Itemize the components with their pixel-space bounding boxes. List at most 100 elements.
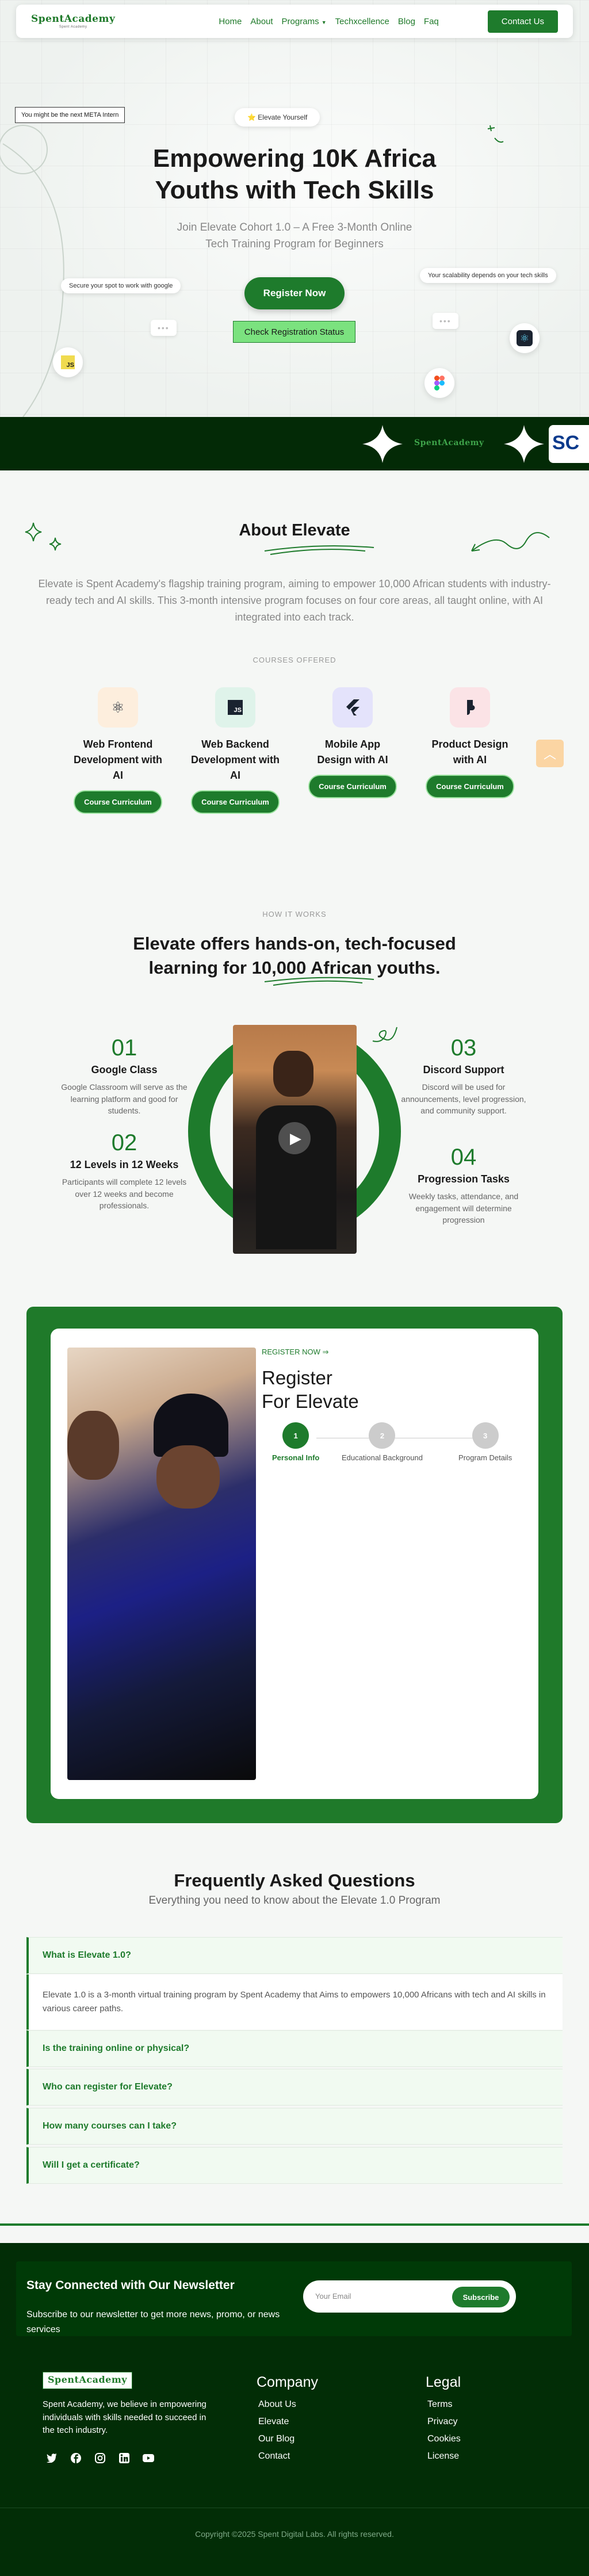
faq-question[interactable]: How many courses can I take? (26, 2108, 563, 2145)
doodle-icon (372, 1027, 397, 1042)
courses-label: COURSES OFFERED (253, 656, 336, 664)
company-heading: Company (257, 2374, 318, 2390)
arrow-doodle-icon (471, 532, 550, 552)
nav-link-home[interactable]: Home (219, 17, 242, 26)
react-tile: ⚛ (510, 323, 540, 353)
hero-title: Empowering 10K Africa Youths with Tech Sk… (152, 144, 437, 204)
faq-question[interactable]: What is Elevate 1.0? (26, 1937, 563, 1974)
underline-scribble (264, 977, 374, 986)
footer-link-privacy[interactable]: Privacy (427, 2417, 457, 2427)
sc-logo: SC (549, 425, 589, 463)
faq-question[interactable]: Will I get a certificate? (26, 2147, 563, 2184)
check-status-button[interactable]: Check Registration Status (233, 321, 355, 343)
play-video-button[interactable]: ▶ (278, 1122, 311, 1154)
face-shape (67, 1411, 119, 1480)
linkedin-icon[interactable] (117, 2451, 131, 2465)
nav-link-techxcellence[interactable]: Techxcellence (335, 17, 389, 26)
faq-question[interactable]: Is the training online or physical? (26, 2030, 563, 2067)
js-tile: JS (53, 347, 83, 377)
meta-intern-tag: You might be the next META Intern (15, 107, 125, 123)
subscribe-button[interactable]: Subscribe (452, 2287, 510, 2307)
register-now-label: REGISTER NOW ⇒ (262, 1348, 329, 1356)
course-icon-bg: JS (215, 687, 255, 728)
react-icon: ⚛ (111, 698, 125, 716)
faq-subtitle: Everything you need to know about the El… (148, 1894, 441, 1907)
how-step: 02 12 Levels in 12 Weeks Participants will… (62, 1130, 187, 1210)
nav-link-faq[interactable]: Faq (424, 17, 439, 26)
newsletter-title: Stay Connected with Our Newsletter (26, 2279, 235, 2292)
nav-link-programs[interactable]: Programs ▼ (282, 17, 327, 26)
course-curriculum-button[interactable]: Course Curriculum (74, 790, 162, 814)
step-program-details[interactable]: 3 Program Details (458, 1422, 512, 1462)
about-description: Elevate is Spent Academy's flagship trai… (38, 578, 551, 623)
course-curriculum-button[interactable]: Course Curriculum (426, 775, 514, 798)
arrow-icon: ⇒ (322, 1348, 329, 1356)
course-name: Product Design with AI (431, 738, 508, 765)
register-title: Register For Elevate (262, 1367, 359, 1413)
flutter-icon (346, 699, 359, 715)
how-it-works-title: Elevate offers hands-on, tech-focused lea… (133, 933, 456, 978)
course-name: Mobile App Design with AI (317, 738, 388, 765)
youtube-icon[interactable] (141, 2451, 155, 2465)
sparkle-icon (362, 425, 403, 463)
brand-logo[interactable]: SpentAcademy Spent Academy (31, 14, 115, 29)
how-it-works-label: HOW IT WORKS (262, 910, 327, 918)
legal-heading: Legal (426, 2374, 461, 2390)
footer-link-elevate[interactable]: Elevate (258, 2417, 289, 2427)
footer-link-license[interactable]: License (427, 2451, 459, 2462)
nav-link-blog[interactable]: Blog (398, 17, 415, 26)
course-icon-bg: ⚛ (98, 687, 138, 728)
course-name: Web Frontend Development with AI (73, 738, 163, 781)
course-curriculum-button[interactable]: Course Curriculum (191, 790, 280, 814)
chevron-up-icon: ︿ (543, 747, 556, 761)
star-icon: ⭐ (247, 113, 256, 121)
js-icon: JS (61, 355, 75, 369)
figma-icon (434, 376, 445, 391)
course-card: Product Design with AI Course Curriculum (424, 687, 516, 798)
faq-question[interactable]: Who can register for Elevate? (26, 2069, 563, 2106)
footer-link-terms[interactable]: Terms (427, 2399, 453, 2410)
footer-description: Spent Academy, we believe in empowering … (43, 2399, 206, 2435)
course-name: Web Backend Development with AI (190, 738, 280, 781)
figma-tile (424, 368, 454, 398)
step-educational-background[interactable]: 2 Educational Background (342, 1422, 423, 1462)
footer-logo[interactable]: SpentAcademy (43, 2372, 133, 2389)
register-photo (67, 1348, 256, 1780)
course-card: JS Web Backend Development with AI Cours… (189, 687, 281, 814)
footer-divider (0, 2223, 589, 2226)
hero-section: You might be the next META Intern ⭐ Elev… (0, 0, 589, 417)
scroll-to-top-button[interactable]: ︿ (536, 740, 564, 767)
course-icon-bg (450, 687, 490, 728)
dots-decoration: ••• (433, 313, 458, 329)
contact-us-button[interactable]: Contact Us (487, 10, 558, 33)
sparkle-icon (504, 425, 544, 463)
facebook-icon[interactable] (69, 2451, 83, 2465)
chevron-down-icon: ▼ (321, 19, 327, 25)
course-curriculum-button[interactable]: Course Curriculum (308, 775, 397, 798)
top-navbar: SpentAcademy Spent Academy Home About Pro… (16, 5, 573, 38)
faq-title: Frequently Asked Questions (174, 1870, 415, 1890)
course-icon-bg (332, 687, 373, 728)
nav-links: Home About Programs ▼ Techxcellence Blog… (219, 17, 438, 26)
brand-strip: SpentAcademy SC (0, 417, 589, 470)
react-icon: ⚛ (517, 330, 533, 346)
footer-link-contact[interactable]: Contact (258, 2451, 290, 2462)
grid-background (0, 0, 589, 417)
nav-link-about[interactable]: About (250, 17, 273, 26)
twitter-icon[interactable] (45, 2451, 59, 2465)
person-silhouette (273, 1051, 313, 1097)
figma-icon (467, 700, 475, 715)
play-icon: ▶ (290, 1129, 301, 1147)
step-personal-info[interactable]: 1 Personal Info (272, 1422, 319, 1462)
register-now-button[interactable]: Register Now (244, 277, 345, 309)
footer-link-about-us[interactable]: About Us (258, 2399, 296, 2410)
footer-link-cookies[interactable]: Cookies (427, 2434, 461, 2444)
footer-link-our-blog[interactable]: Our Blog (258, 2434, 294, 2444)
email-placeholder: Your Email (315, 2292, 351, 2301)
instagram-icon[interactable] (93, 2451, 107, 2465)
faq-answer: Elevate 1.0 is a 3-month virtual trainin… (26, 1974, 563, 2030)
scalability-pill: Your scalability depends on your tech sk… (420, 268, 556, 283)
hero-subtitle: Join Elevate Cohort 1.0 – A Free 3-Month… (177, 221, 412, 250)
how-step: 03 Discord Support Discord will be used fo… (401, 1035, 526, 1115)
underline-scribble (264, 545, 374, 555)
